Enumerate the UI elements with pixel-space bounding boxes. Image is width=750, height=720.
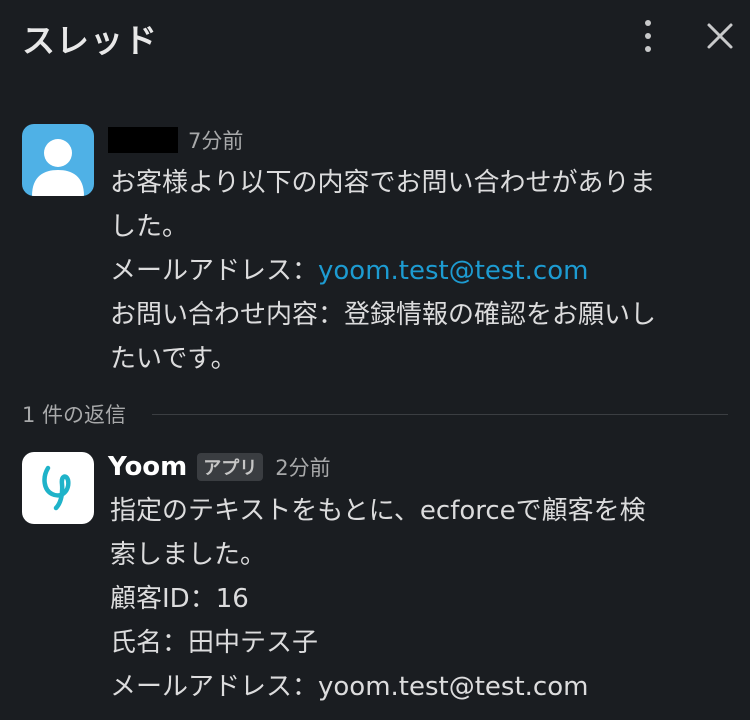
customer-email-line: メールアドレス：yoom.test@test.com [110, 672, 589, 702]
user-avatar-icon[interactable] [22, 124, 94, 196]
replies-divider: 1 件の返信 [22, 396, 728, 432]
timestamp[interactable]: 2分前 [275, 452, 330, 482]
customer-id-line: 顧客ID：16 [110, 584, 249, 614]
message-line: お客様より以下の内容でお問い合わせがありま [110, 168, 656, 198]
message-body: お客様より以下の内容でお問い合わせがありま した。 メールアドレス：yoom.t… [110, 161, 746, 381]
email-label: メールアドレス： [110, 256, 319, 286]
email-line: メールアドレス：yoom.test@test.com [110, 249, 746, 293]
customer-name-line: 氏名：田中テス子 [110, 628, 319, 658]
message-line: 索しました。 [110, 540, 267, 570]
reply-count: 1 件の返信 [22, 403, 127, 427]
thread-header: スレッド [0, 0, 750, 72]
close-icon[interactable] [700, 16, 740, 56]
email-link[interactable]: yoom.test@test.com [318, 256, 588, 286]
more-vertical-icon[interactable] [636, 16, 660, 56]
message-line: たいです。 [110, 344, 237, 374]
app-badge: アプリ [197, 453, 264, 481]
page-title: スレッド [22, 21, 158, 60]
message-header: 7分前 [108, 122, 243, 158]
divider-line [152, 413, 728, 415]
redacted-sender-name [108, 127, 178, 153]
yoom-logo-icon[interactable] [22, 452, 94, 524]
sender-name[interactable]: Yoom [108, 452, 187, 482]
message-line: した。 [110, 212, 189, 242]
timestamp[interactable]: 7分前 [188, 125, 243, 155]
message-header: Yoom アプリ 2分前 [108, 449, 331, 485]
message-line: 指定のテキストをもとに、ecforceで顧客を検 [110, 496, 646, 526]
message-line: お問い合わせ内容：登録情報の確認をお願いし [110, 300, 657, 330]
message-body: 指定のテキストをもとに、ecforceで顧客を検 索しました。 顧客ID：16 … [110, 489, 746, 709]
